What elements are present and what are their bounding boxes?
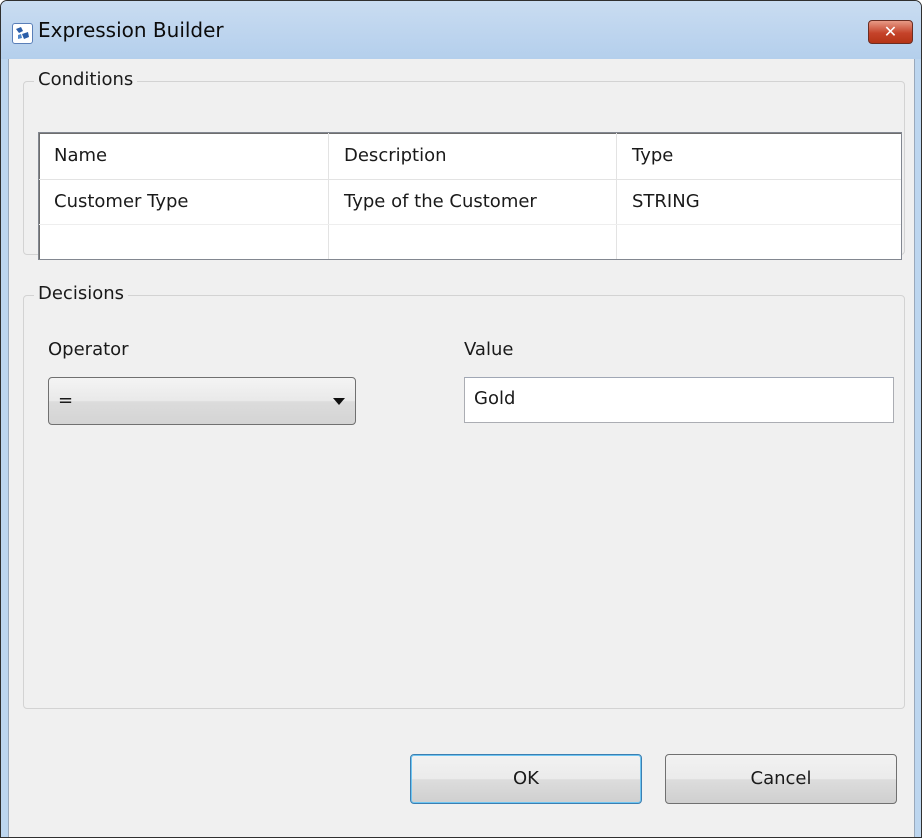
cell-type[interactable]: STRING — [617, 180, 901, 224]
column-header-name[interactable]: Name — [39, 133, 329, 179]
operator-select[interactable]: = — [48, 377, 356, 425]
value-label: Value — [464, 339, 514, 360]
expression-builder-window: Expression Builder ✕ Conditions Name Des… — [0, 0, 922, 838]
decisions-legend: Decisions — [34, 283, 129, 304]
column-header-description[interactable]: Description — [329, 133, 617, 179]
table-row[interactable] — [39, 224, 901, 259]
close-icon: ✕ — [883, 22, 898, 41]
cell-description[interactable]: Type of the Customer — [329, 180, 617, 224]
cell-name[interactable] — [39, 225, 329, 259]
conditions-group: Conditions Name Description Type Custome… — [23, 69, 905, 260]
table-row[interactable]: Customer Type Type of the Customer STRIN… — [39, 180, 901, 224]
cell-name[interactable]: Customer Type — [39, 180, 329, 224]
operator-value: = — [58, 390, 74, 411]
app-icon — [12, 23, 33, 44]
close-button[interactable]: ✕ — [868, 20, 913, 44]
ok-button[interactable]: OK — [410, 754, 642, 804]
dialog-body: Conditions Name Description Type Custome… — [8, 59, 915, 837]
window-title: Expression Builder — [38, 18, 224, 42]
title-bar[interactable]: Expression Builder ✕ — [1, 1, 921, 59]
operator-label: Operator — [48, 339, 129, 360]
value-input[interactable]: Gold — [464, 377, 894, 423]
column-header-type[interactable]: Type — [617, 133, 901, 179]
conditions-legend: Conditions — [34, 69, 138, 90]
dropdown-arrow-icon — [333, 398, 345, 405]
cell-type[interactable] — [617, 225, 901, 259]
cell-description[interactable] — [329, 225, 617, 259]
grid-header: Name Description Type — [39, 133, 901, 180]
cancel-button[interactable]: Cancel — [665, 754, 897, 804]
conditions-grid[interactable]: Name Description Type Customer Type Type… — [38, 132, 902, 260]
